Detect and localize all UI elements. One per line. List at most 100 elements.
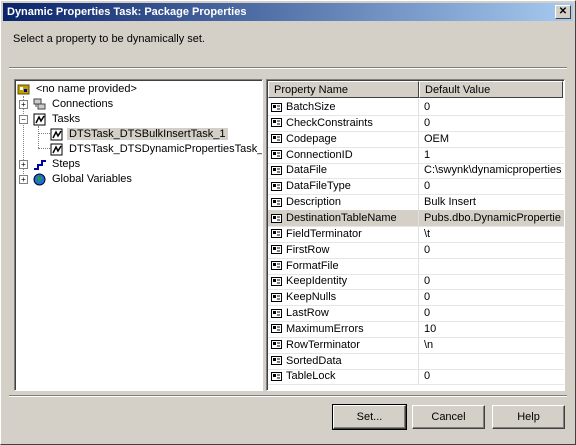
property-icon bbox=[271, 133, 283, 144]
package-icon bbox=[17, 83, 31, 96]
tree-node-label: DTSTask_DTSBulkInsertTask_1 bbox=[67, 128, 228, 140]
property-icon bbox=[271, 197, 283, 208]
property-row[interactable]: FormatFile bbox=[268, 257, 564, 275]
property-value bbox=[424, 353, 562, 369]
column-header-default-value[interactable]: Default Value bbox=[419, 81, 563, 98]
tree-node-task-bulk-insert[interactable]: DTSTask_DTSBulkInsertTask_1 bbox=[50, 127, 228, 142]
help-button[interactable]: Help bbox=[492, 405, 565, 429]
property-name: RowTerminator bbox=[286, 338, 360, 351]
property-name-cell: DestinationTableName bbox=[268, 209, 419, 226]
property-row[interactable]: DestinationTableName Pubs.dbo.DynamicProp… bbox=[268, 209, 564, 227]
property-value: \n bbox=[424, 338, 434, 351]
property-list[interactable]: Property Name Default Value BatchSize 0 Ch… bbox=[266, 79, 565, 391]
property-name: Description bbox=[286, 196, 342, 209]
tree-node-steps[interactable]: Steps bbox=[33, 157, 82, 172]
tree-node-label: Tasks bbox=[52, 113, 81, 125]
tree-node-task-dynamic-properties[interactable]: DTSTask_DTSDynamicPropertiesTask_1 bbox=[50, 142, 262, 157]
property-name-cell: DataFileType bbox=[268, 178, 419, 195]
package-tree[interactable]: <no name provided> + Connections − Tasks… bbox=[14, 79, 263, 391]
property-name: TableLock bbox=[286, 370, 336, 383]
steps-icon bbox=[33, 158, 47, 171]
globe-icon bbox=[33, 173, 47, 186]
instruction-text: Select a property to be dynamically set. bbox=[13, 33, 205, 45]
property-value: OEM bbox=[424, 132, 450, 145]
property-row[interactable]: KeepIdentity 0 bbox=[268, 273, 564, 291]
column-header-property-name[interactable]: Property Name bbox=[268, 81, 419, 98]
title-bar[interactable]: Dynamic Properties Task: Package Propert… bbox=[3, 3, 573, 21]
property-name: MaximumErrors bbox=[286, 322, 364, 335]
tree-node-global-variables[interactable]: Global Variables bbox=[33, 172, 134, 187]
property-name-cell: FirstRow bbox=[268, 241, 419, 258]
property-row[interactable]: KeepNulls 0 bbox=[268, 289, 564, 307]
property-row[interactable]: CheckConstraints 0 bbox=[268, 114, 564, 132]
expand-global-variables-toggle[interactable]: + bbox=[19, 175, 28, 184]
tree-node-label: <no name provided> bbox=[36, 83, 137, 95]
property-row[interactable]: LastRow 0 bbox=[268, 305, 564, 323]
property-row[interactable]: TableLock 0 bbox=[268, 368, 564, 386]
tree-connector bbox=[38, 126, 39, 148]
close-button[interactable]: ✕ bbox=[555, 5, 571, 19]
property-name-cell: FormatFile bbox=[268, 257, 419, 274]
tree-connector bbox=[38, 148, 50, 149]
property-icon bbox=[271, 355, 283, 366]
property-icon bbox=[271, 339, 283, 350]
property-name-cell: FieldTerminator bbox=[268, 225, 419, 242]
tree-connector bbox=[38, 133, 50, 134]
property-row[interactable]: DataFile C:\swynk\dynamicproperties... bbox=[268, 162, 564, 180]
property-value: 0 bbox=[424, 101, 431, 113]
property-row[interactable]: SortedData bbox=[268, 352, 564, 370]
property-row[interactable]: BatchSize 0 bbox=[268, 99, 564, 116]
property-name-cell: SortedData bbox=[268, 352, 419, 369]
property-icon bbox=[271, 276, 283, 287]
property-name: LastRow bbox=[286, 307, 329, 320]
property-icon bbox=[271, 292, 283, 303]
property-name: ConnectionID bbox=[286, 148, 353, 161]
property-value: 0 bbox=[424, 180, 431, 193]
tree-node-tasks[interactable]: Tasks bbox=[33, 112, 82, 127]
property-row[interactable]: Description Bulk Insert bbox=[268, 194, 564, 212]
tree-node-root[interactable]: <no name provided> bbox=[17, 82, 139, 97]
tree-node-label: Connections bbox=[52, 98, 114, 110]
property-icon bbox=[271, 213, 283, 224]
divider bbox=[9, 67, 567, 69]
property-value: \t bbox=[424, 227, 431, 240]
tasks-icon bbox=[33, 113, 47, 126]
property-icon bbox=[271, 244, 283, 255]
property-value: 0 bbox=[424, 243, 431, 256]
property-name: FirstRow bbox=[286, 243, 330, 256]
property-icon bbox=[271, 117, 283, 128]
property-name-cell: TableLock bbox=[268, 368, 419, 385]
property-name: DestinationTableName bbox=[286, 211, 397, 224]
expand-steps-toggle[interactable]: + bbox=[19, 160, 28, 169]
property-icon bbox=[271, 181, 283, 192]
property-row[interactable]: DataFileType 0 bbox=[268, 178, 564, 196]
property-name-cell: Description bbox=[268, 194, 419, 211]
property-row[interactable]: FirstRow 0 bbox=[268, 241, 564, 259]
property-row[interactable]: RowTerminator \n bbox=[268, 336, 564, 354]
set-button[interactable]: Set... bbox=[332, 404, 407, 430]
property-name: Codepage bbox=[286, 132, 337, 145]
property-icon bbox=[271, 308, 283, 319]
property-row[interactable]: ConnectionID 1 bbox=[268, 146, 564, 164]
property-name: SortedData bbox=[286, 354, 342, 367]
property-value: C:\swynk\dynamicproperties... bbox=[424, 164, 562, 177]
property-value: 10 bbox=[424, 322, 437, 335]
expand-connections-toggle[interactable]: + bbox=[19, 100, 28, 109]
property-name: BatchSize bbox=[286, 101, 336, 113]
property-name-cell: RowTerminator bbox=[268, 336, 419, 353]
tree-node-connections[interactable]: Connections bbox=[33, 97, 115, 112]
property-value: 1 bbox=[424, 148, 431, 161]
property-name: KeepIdentity bbox=[286, 275, 348, 288]
property-value: 0 bbox=[424, 307, 431, 320]
collapse-tasks-toggle[interactable]: − bbox=[19, 115, 28, 124]
property-name-cell: LastRow bbox=[268, 305, 419, 322]
window-title: Dynamic Properties Task: Package Propert… bbox=[7, 6, 247, 18]
property-name: CheckConstraints bbox=[286, 116, 373, 129]
task-icon bbox=[50, 128, 64, 141]
cancel-button[interactable]: Cancel bbox=[412, 405, 485, 429]
connections-icon bbox=[33, 98, 47, 111]
property-row[interactable]: MaximumErrors 10 bbox=[268, 320, 564, 338]
property-name-cell: Codepage bbox=[268, 130, 419, 147]
property-row[interactable]: FieldTerminator \t bbox=[268, 225, 564, 243]
property-row[interactable]: Codepage OEM bbox=[268, 130, 564, 148]
